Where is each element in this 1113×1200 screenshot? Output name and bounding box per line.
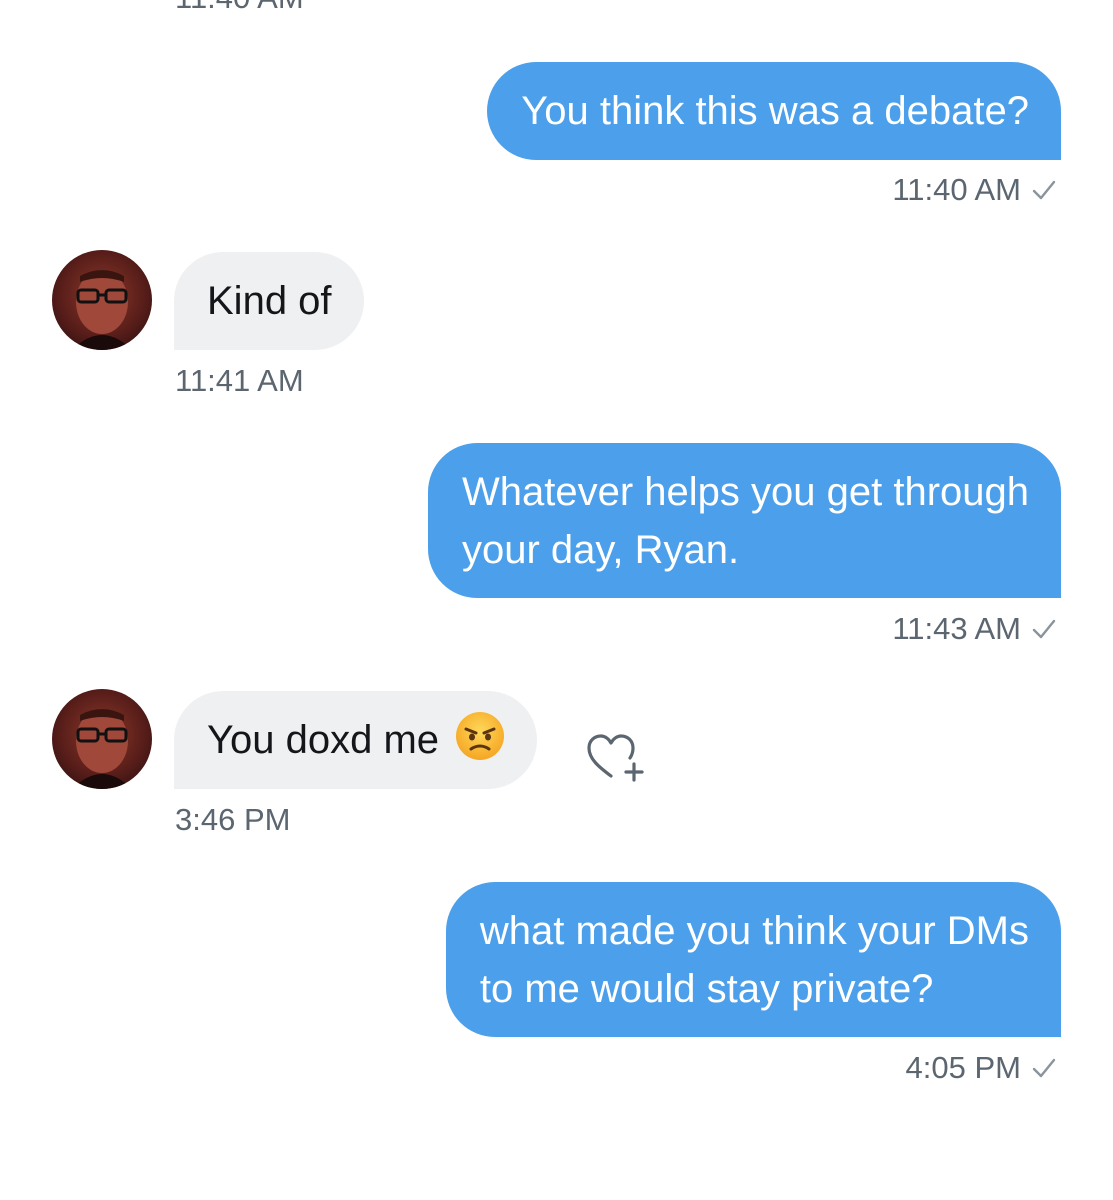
message-timestamp: 11:41 AM: [175, 363, 304, 398]
partial-timestamp: 11:40 AM: [175, 0, 304, 18]
message-text-line: what made you think your DMs: [479, 909, 1029, 953]
message-bubble-incoming[interactable]: Kind of: [174, 252, 364, 350]
message-bubble-outgoing[interactable]: what made you think your DMs to me would…: [445, 882, 1061, 1037]
angry-face-emoji: [456, 712, 505, 760]
message-timestamp: 11:43 AM: [892, 611, 1021, 646]
heart-plus-icon[interactable]: [585, 732, 649, 784]
message-bubble-outgoing[interactable]: You think this was a debate?: [487, 62, 1061, 160]
message-meta: 4:05 PM: [906, 1048, 1057, 1088]
avatar[interactable]: [52, 250, 152, 350]
message-meta: 11:40 AM: [892, 170, 1057, 210]
message-meta: 11:43 AM: [892, 609, 1057, 649]
check-icon: [1032, 1058, 1056, 1078]
avatar[interactable]: [52, 689, 152, 789]
check-icon: [1032, 180, 1056, 200]
message-text-row: You doxd me: [207, 711, 505, 769]
message-text: Kind of: [207, 279, 332, 323]
check-icon: [1032, 619, 1056, 639]
message-meta: 11:41 AM: [175, 361, 304, 401]
message-bubble-incoming[interactable]: You doxd me: [174, 691, 538, 789]
message-text-line: your day, Ryan.: [461, 528, 740, 572]
message-text: You doxd me: [207, 718, 440, 762]
message-timestamp: 4:05 PM: [905, 1050, 1021, 1085]
message-text-line: to me would stay private?: [479, 967, 934, 1011]
avatar-image: [72, 709, 132, 789]
message-timestamp: 11:40 AM: [892, 172, 1021, 207]
message-text-line: Whatever helps you get through: [461, 470, 1029, 514]
message-meta: 3:46 PM: [175, 800, 290, 840]
message-text: You think this was a debate?: [521, 89, 1029, 133]
message-timestamp: 3:46 PM: [175, 802, 291, 837]
message-bubble-outgoing[interactable]: Whatever helps you get through your day,…: [427, 443, 1061, 598]
avatar-image: [72, 270, 132, 350]
